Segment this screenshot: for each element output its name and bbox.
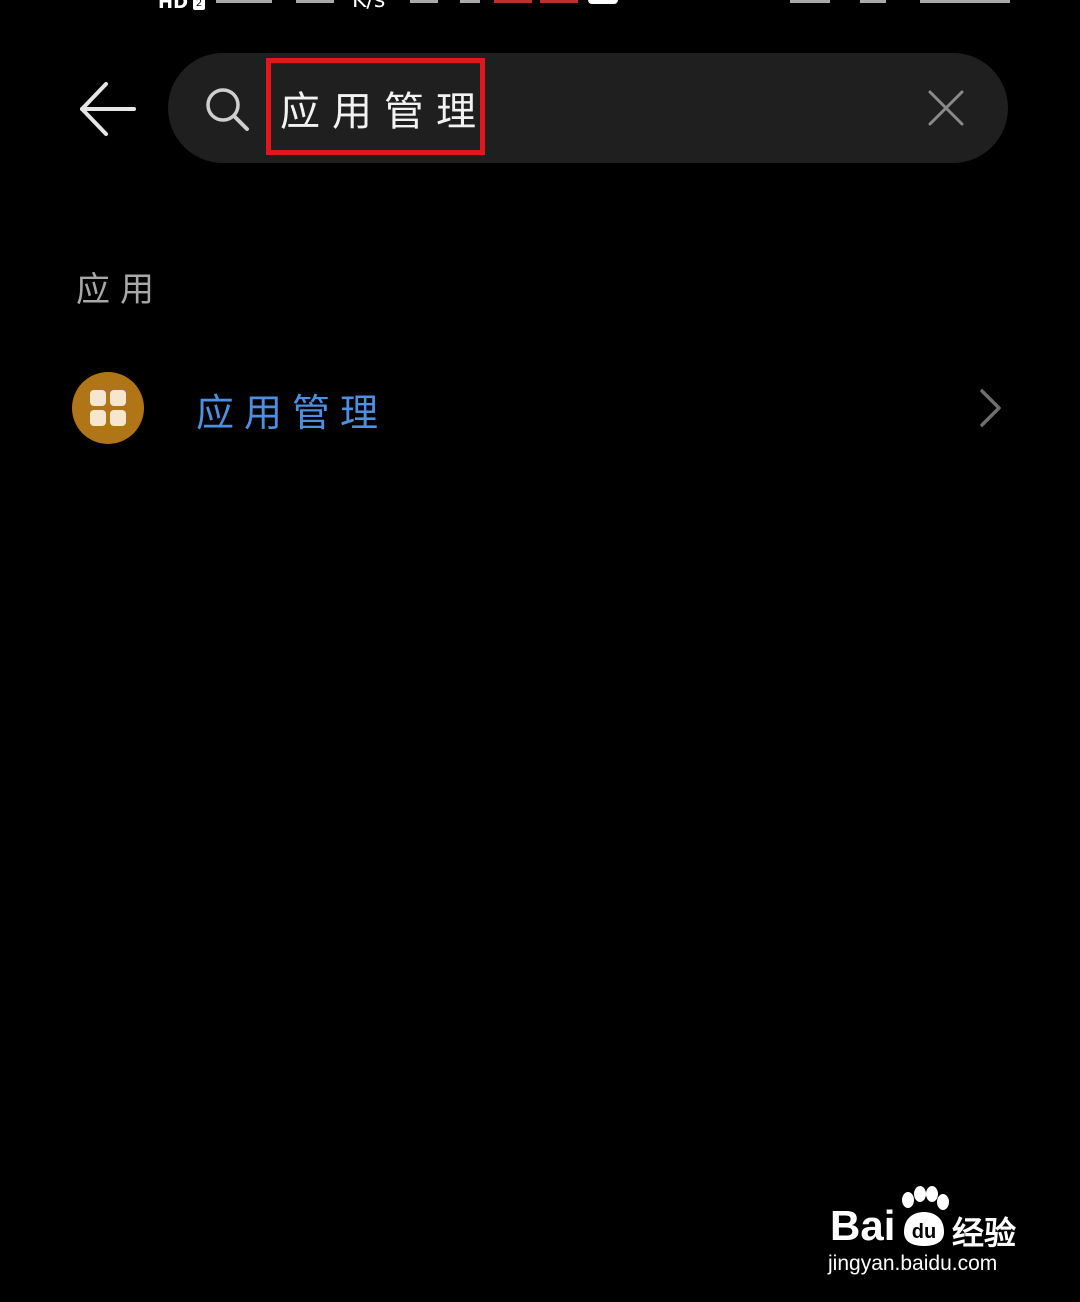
chevron-right-icon bbox=[980, 389, 1001, 427]
back-button[interactable] bbox=[78, 80, 136, 138]
notification-icon bbox=[494, 0, 532, 3]
watermark: Bai du 经验 jingyan.baidu.com bbox=[826, 1186, 1046, 1286]
paw-logo-icon: du bbox=[902, 1186, 949, 1246]
status-icon bbox=[410, 0, 438, 3]
sim-indicator: 2 bbox=[193, 0, 205, 10]
close-icon bbox=[928, 90, 964, 126]
watermark-url: jingyan.baidu.com bbox=[828, 1252, 998, 1275]
status-network-icon bbox=[296, 0, 334, 3]
watermark-brand-suffix: 经验 bbox=[952, 1214, 1017, 1252]
status-icon bbox=[860, 0, 886, 3]
status-signal-icon bbox=[216, 0, 272, 3]
search-icon bbox=[206, 88, 249, 131]
search-input[interactable] bbox=[280, 79, 880, 137]
search-bar[interactable] bbox=[168, 53, 1008, 163]
network-speed: K/s bbox=[352, 0, 386, 13]
notification-icon bbox=[540, 0, 578, 3]
status-icon bbox=[790, 0, 830, 3]
section-title: 应用 bbox=[76, 270, 164, 310]
watermark-brand: Bai bbox=[830, 1202, 896, 1249]
battery-icon bbox=[920, 0, 1010, 3]
clear-search-button[interactable] bbox=[926, 88, 966, 128]
result-label: 应用管理 bbox=[196, 391, 389, 435]
notification-icon bbox=[588, 0, 618, 4]
hd-indicator: HD bbox=[158, 0, 189, 13]
status-bar: HD 2 K/s bbox=[0, 0, 1080, 14]
app-grid-icon bbox=[72, 372, 144, 444]
status-icon bbox=[460, 0, 480, 3]
list-item[interactable]: 应用管理 bbox=[0, 352, 1080, 464]
svg-text:du: du bbox=[912, 1221, 936, 1243]
arrow-left-icon bbox=[80, 82, 136, 136]
